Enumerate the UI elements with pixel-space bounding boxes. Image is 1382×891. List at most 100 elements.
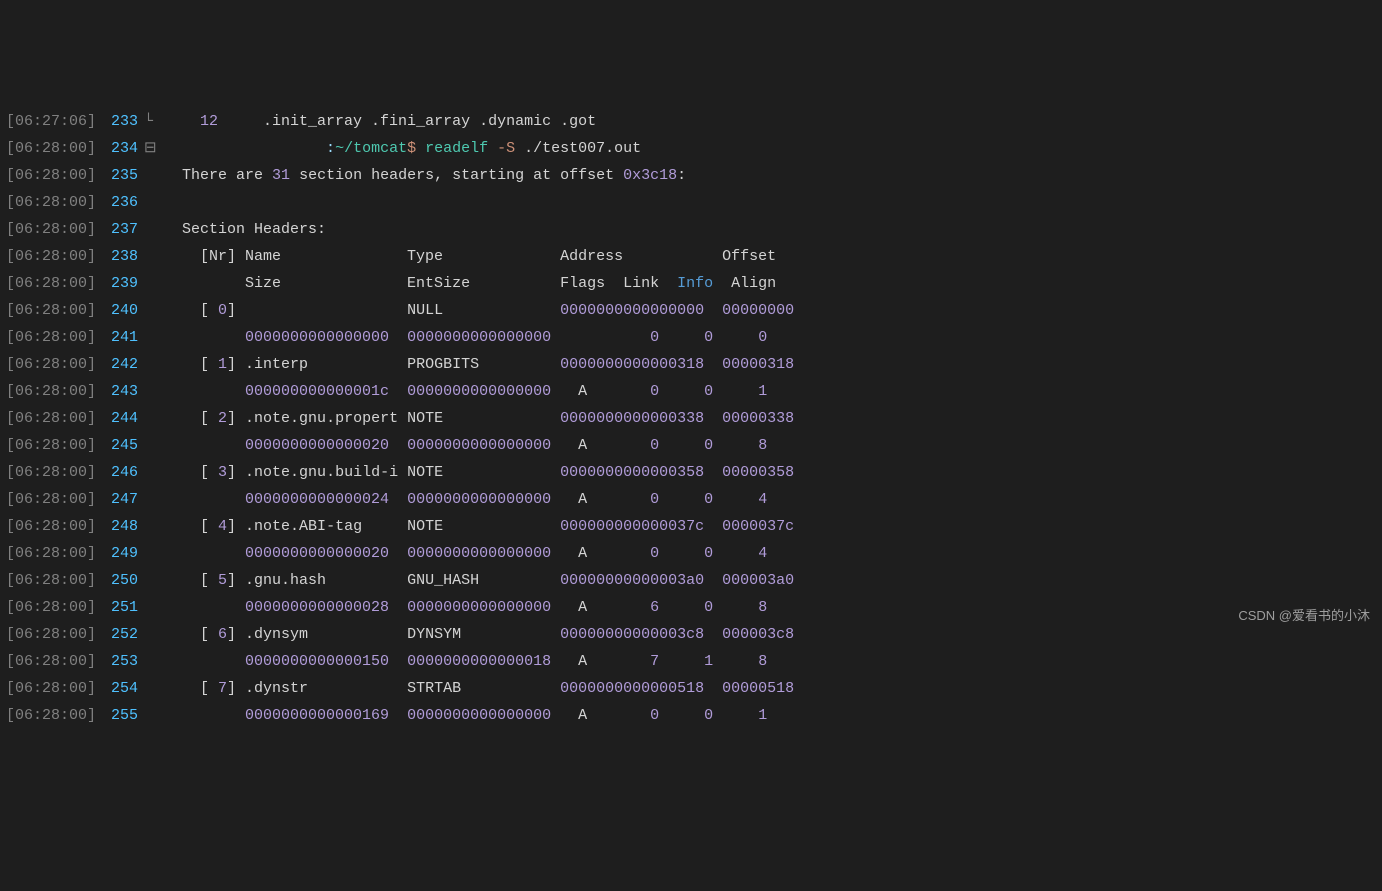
code-content[interactable]: 0000000000000150 0000000000000018 A 7 1 …	[164, 648, 1382, 675]
line-number[interactable]: 255	[96, 702, 144, 729]
code-line[interactable]: [06:28:00] 255 0000000000000169 00000000…	[0, 702, 1382, 729]
timestamp: [06:28:00]	[0, 405, 96, 432]
line-number[interactable]: 234	[96, 135, 144, 162]
fold-gutter-icon	[144, 675, 164, 702]
token	[389, 707, 407, 724]
code-content[interactable]: 0000000000000169 0000000000000000 A 0 0 …	[164, 702, 1382, 729]
code-line[interactable]: [06:28:00] 246 [ 3] .note.gnu.build-i NO…	[0, 459, 1382, 486]
code-content[interactable]: Section Headers:	[164, 216, 1382, 243]
line-number[interactable]: 243	[96, 378, 144, 405]
fold-gutter-icon[interactable]: └	[144, 108, 164, 135]
timestamp: [06:28:00]	[0, 594, 96, 621]
line-number[interactable]: 245	[96, 432, 144, 459]
token: A	[551, 383, 650, 400]
code-line[interactable]: [06:28:00] 236	[0, 189, 1382, 216]
code-line[interactable]: [06:28:00] 239 Size EntSize Flags Link I…	[0, 270, 1382, 297]
line-number[interactable]: 237	[96, 216, 144, 243]
token: 0	[650, 329, 659, 346]
token	[713, 383, 758, 400]
code-content[interactable]: 0000000000000000 0000000000000000 0 0 0	[164, 324, 1382, 351]
fold-gutter-icon	[144, 270, 164, 297]
code-content[interactable]: 0000000000000020 0000000000000000 A 0 0 …	[164, 540, 1382, 567]
token: 1	[704, 653, 713, 670]
line-number[interactable]: 238	[96, 243, 144, 270]
code-line[interactable]: [06:28:00] 237 Section Headers:	[0, 216, 1382, 243]
line-number[interactable]: 235	[96, 162, 144, 189]
token: 6	[218, 626, 227, 643]
code-content[interactable]: 0000000000000028 0000000000000000 A 6 0 …	[164, 594, 1382, 621]
timestamp: [06:28:00]	[0, 270, 96, 297]
token	[659, 599, 704, 616]
code-line[interactable]: [06:28:00] 241 0000000000000000 00000000…	[0, 324, 1382, 351]
timestamp: [06:28:00]	[0, 567, 96, 594]
token: 8	[758, 653, 767, 670]
token: $	[407, 140, 425, 157]
line-number[interactable]: 247	[96, 486, 144, 513]
token: [	[164, 626, 218, 643]
code-content[interactable]: 000000000000001c 0000000000000000 A 0 0 …	[164, 378, 1382, 405]
line-number[interactable]: 233	[96, 108, 144, 135]
code-content[interactable]: :~/tomcat$ readelf -S ./test007.out	[164, 135, 1382, 162]
code-line[interactable]: [06:28:00] 254 [ 7] .dynstr STRTAB 00000…	[0, 675, 1382, 702]
token: 0	[650, 707, 659, 724]
line-number[interactable]: 246	[96, 459, 144, 486]
editor-viewport[interactable]: [06:27:06] 233└ 12 .init_array .fini_arr…	[0, 108, 1382, 729]
code-line[interactable]: [06:28:00] 235 There are 31 section head…	[0, 162, 1382, 189]
line-number[interactable]: 248	[96, 513, 144, 540]
token: -S	[497, 140, 515, 157]
code-line[interactable]: [06:28:00] 248 [ 4] .note.ABI-tag NOTE 0…	[0, 513, 1382, 540]
code-line[interactable]: [06:28:00] 244 [ 2] .note.gnu.propert NO…	[0, 405, 1382, 432]
fold-gutter-icon	[144, 594, 164, 621]
code-content[interactable]: Size EntSize Flags Link Info Align	[164, 270, 1382, 297]
code-content[interactable]: [ 7] .dynstr STRTAB 0000000000000518 000…	[164, 675, 1382, 702]
code-line[interactable]: [06:28:00] 242 [ 1] .interp PROGBITS 000…	[0, 351, 1382, 378]
line-number[interactable]: 250	[96, 567, 144, 594]
token: 00000318	[722, 356, 794, 373]
code-line[interactable]: [06:28:00] 234⊟ :~/tomcat$ readelf -S ./…	[0, 135, 1382, 162]
code-line[interactable]: [06:28:00] 250 [ 5] .gnu.hash GNU_HASH 0…	[0, 567, 1382, 594]
token: 0000000000000024	[245, 491, 389, 508]
code-content[interactable]: [ 2] .note.gnu.propert NOTE 000000000000…	[164, 405, 1382, 432]
code-line[interactable]: [06:28:00] 253 0000000000000150 00000000…	[0, 648, 1382, 675]
code-content[interactable]: [ 5] .gnu.hash GNU_HASH 00000000000003a0…	[164, 567, 1382, 594]
code-content[interactable]: [ 1] .interp PROGBITS 0000000000000318 0…	[164, 351, 1382, 378]
code-content[interactable]: [ 0] NULL 0000000000000000 00000000	[164, 297, 1382, 324]
line-number[interactable]: 239	[96, 270, 144, 297]
code-line[interactable]: [06:28:00] 238 [Nr] Name Type Address Of…	[0, 243, 1382, 270]
line-number[interactable]: 253	[96, 648, 144, 675]
code-line[interactable]: [06:28:00] 245 0000000000000020 00000000…	[0, 432, 1382, 459]
code-line[interactable]: [06:27:06] 233└ 12 .init_array .fini_arr…	[0, 108, 1382, 135]
line-number[interactable]: 242	[96, 351, 144, 378]
code-line[interactable]: [06:28:00] 249 0000000000000020 00000000…	[0, 540, 1382, 567]
code-line[interactable]: [06:28:00] 252 [ 6] .dynsym DYNSYM 00000…	[0, 621, 1382, 648]
token: 0000000000000028	[245, 599, 389, 616]
token: 7	[650, 653, 659, 670]
line-number[interactable]: 249	[96, 540, 144, 567]
line-number[interactable]: 251	[96, 594, 144, 621]
code-content[interactable]: There are 31 section headers, starting a…	[164, 162, 1382, 189]
token: 0x3c18	[623, 167, 677, 184]
code-content[interactable]: [ 3] .note.gnu.build-i NOTE 000000000000…	[164, 459, 1382, 486]
fold-gutter-icon	[144, 567, 164, 594]
code-content[interactable]: 0000000000000024 0000000000000000 A 0 0 …	[164, 486, 1382, 513]
token: 000003c8	[722, 626, 794, 643]
code-content[interactable]: [ 4] .note.ABI-tag NOTE 000000000000037c…	[164, 513, 1382, 540]
code-line[interactable]: [06:28:00] 251 0000000000000028 00000000…	[0, 594, 1382, 621]
line-number[interactable]: 240	[96, 297, 144, 324]
fold-gutter-icon	[144, 432, 164, 459]
code-line[interactable]: [06:28:00] 240 [ 0] NULL 000000000000000…	[0, 297, 1382, 324]
fold-gutter-icon[interactable]: ⊟	[144, 135, 164, 162]
code-content[interactable]: 12 .init_array .fini_array .dynamic .got	[164, 108, 1382, 135]
line-number[interactable]: 244	[96, 405, 144, 432]
code-content[interactable]: [Nr] Name Type Address Offset	[164, 243, 1382, 270]
line-number[interactable]: 241	[96, 324, 144, 351]
code-line[interactable]: [06:28:00] 243 000000000000001c 00000000…	[0, 378, 1382, 405]
line-number[interactable]: 252	[96, 621, 144, 648]
code-content[interactable]: 0000000000000020 0000000000000000 A 0 0 …	[164, 432, 1382, 459]
token	[713, 707, 758, 724]
token	[713, 653, 758, 670]
code-content[interactable]: [ 6] .dynsym DYNSYM 00000000000003c8 000…	[164, 621, 1382, 648]
code-line[interactable]: [06:28:00] 247 0000000000000024 00000000…	[0, 486, 1382, 513]
line-number[interactable]: 254	[96, 675, 144, 702]
line-number[interactable]: 236	[96, 189, 144, 216]
